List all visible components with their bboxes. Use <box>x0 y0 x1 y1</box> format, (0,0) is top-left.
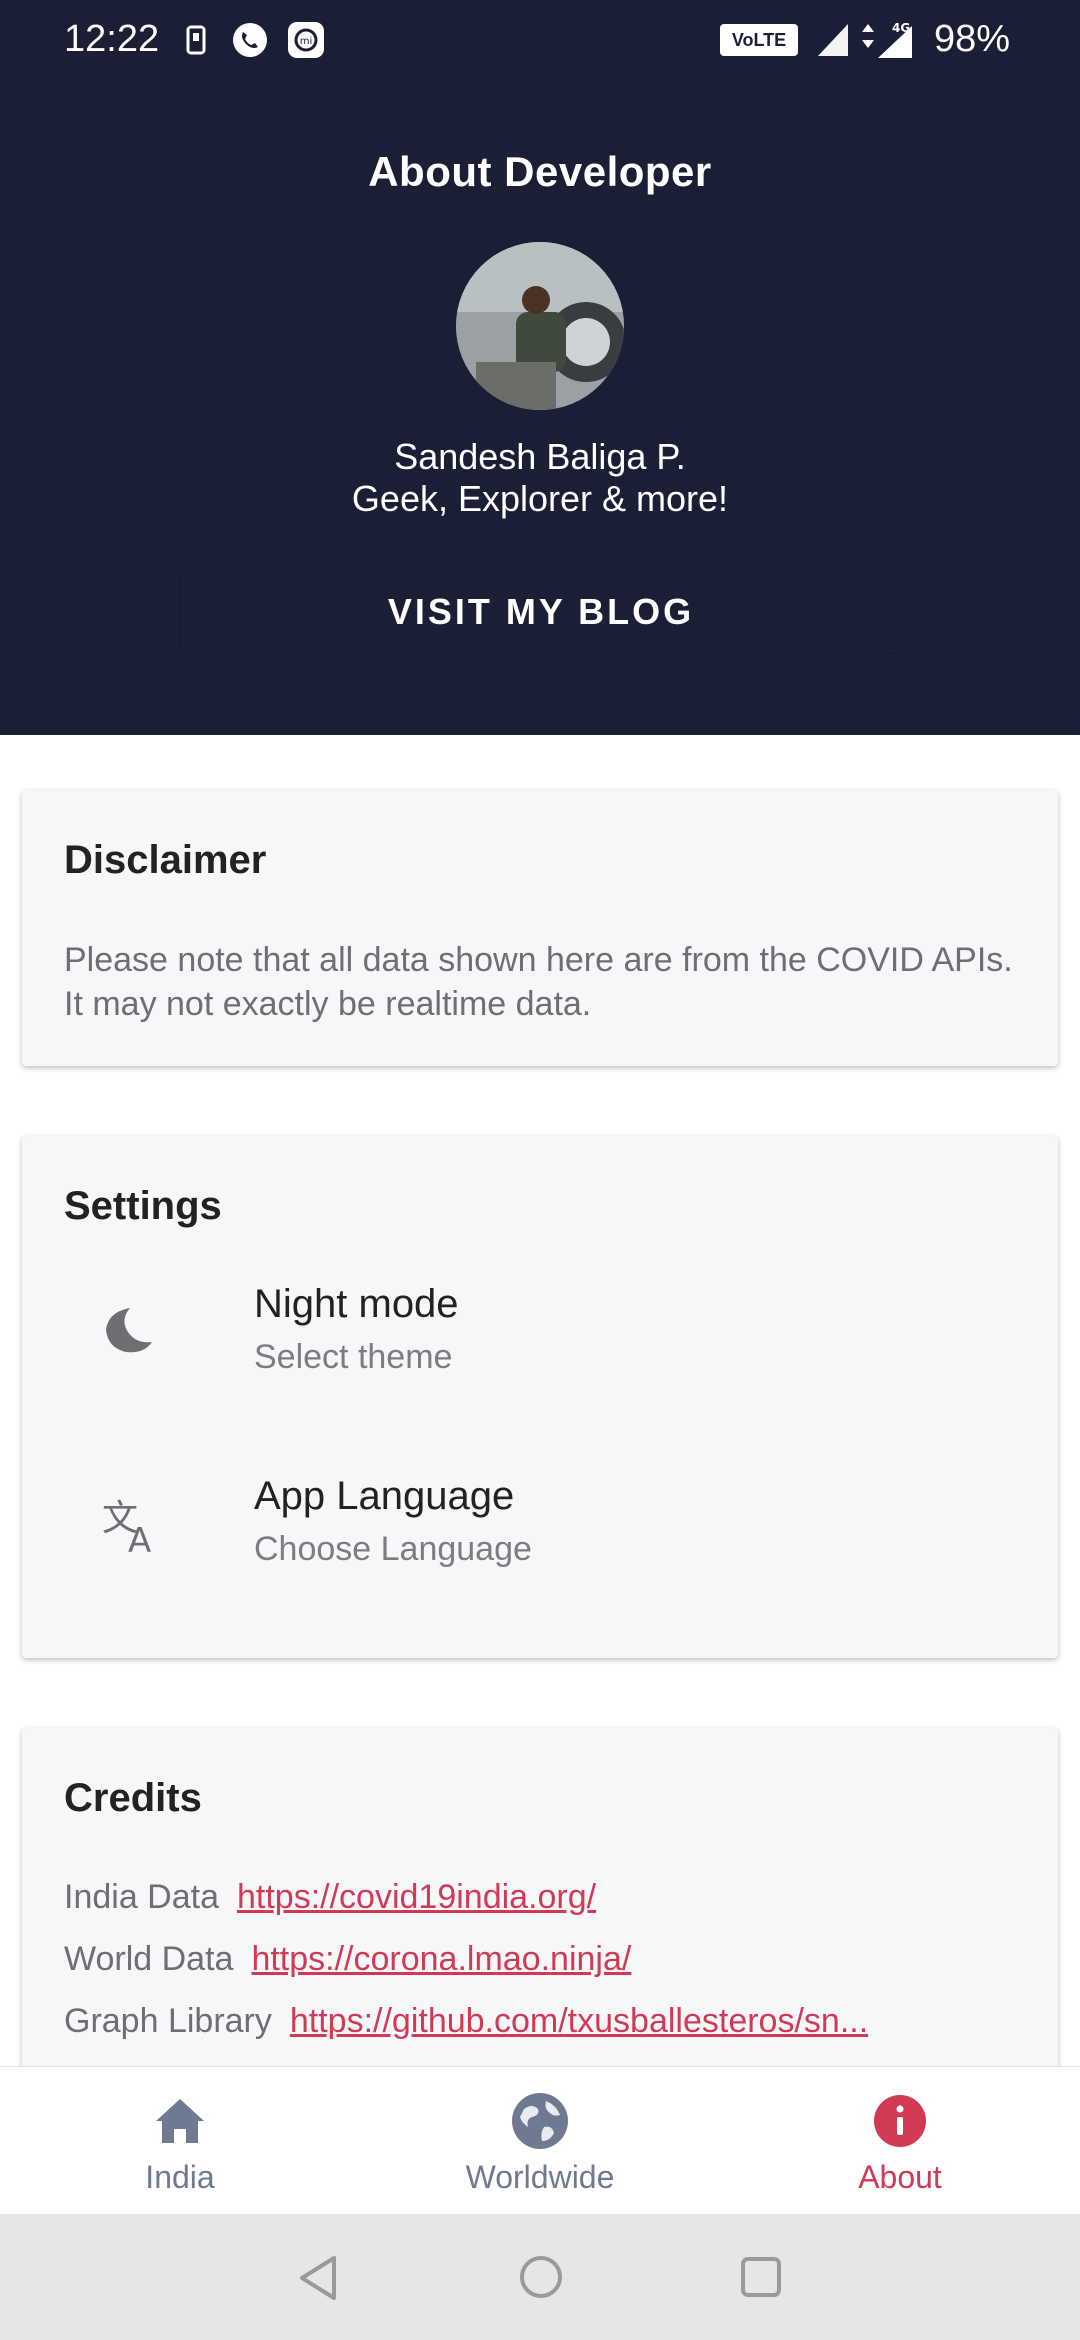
app-language-setting[interactable]: 文 A App Language Choose Language <box>22 1474 1058 1594</box>
disclaimer-title: Disclaimer <box>64 838 267 882</box>
network-type: 4G <box>892 21 910 35</box>
developer-avatar[interactable] <box>456 242 624 410</box>
notification-icon <box>186 20 206 60</box>
night-mode-subtitle: Select theme <box>254 1338 453 1376</box>
nav-item-about[interactable]: About <box>720 2067 1080 2215</box>
recents-icon[interactable] <box>740 2256 782 2303</box>
globe-icon <box>510 2091 570 2151</box>
info-icon <box>870 2091 930 2151</box>
translate-icon: 文 A <box>102 1494 162 1561</box>
credit-label: India Data <box>64 1878 219 1916</box>
credits-card: Credits India Data https://covid19india.o… <box>22 1728 1058 2088</box>
svg-text:mi: mi <box>300 36 313 47</box>
battery-level: 98% <box>933 18 1010 60</box>
credit-link[interactable]: https://corona.lmao.ninja/ <box>251 1940 631 1978</box>
status-bar: 12:22 mi VoLTE 4G 98% <box>0 0 1080 80</box>
status-time: 12:22 <box>64 18 160 60</box>
visit-blog-button[interactable]: VISIT MY BLOG <box>180 570 902 654</box>
disclaimer-text: Please note that all data shown here are… <box>64 941 1013 1023</box>
back-icon[interactable] <box>296 2254 340 2307</box>
mi-icon: mi <box>286 20 326 60</box>
credit-row: India Data https://covid19india.org/ <box>64 1878 596 1917</box>
credit-label: World Data <box>64 1940 234 1978</box>
developer-tagline: Geek, Explorer & more! <box>351 478 729 519</box>
settings-card: Settings Night mode Select theme 文 A App… <box>22 1136 1058 1658</box>
credit-row: World Data https://corona.lmao.ninja/ <box>64 1940 631 1979</box>
credit-link[interactable]: https://github.com/txusballesteros/sn... <box>290 2002 868 2040</box>
credit-label: Graph Library <box>64 2002 272 2040</box>
whatsapp-icon <box>230 20 270 60</box>
signal-icon <box>816 20 850 63</box>
night-mode-icon <box>102 1302 162 1362</box>
credits-title: Credits <box>64 1776 202 1820</box>
home-button-icon[interactable] <box>518 2254 564 2305</box>
disclaimer-card: Disclaimer Please note that all data sho… <box>22 790 1058 1066</box>
svg-text:A: A <box>128 1521 151 1556</box>
app-language-title: App Language <box>254 1474 515 1518</box>
home-icon <box>150 2091 210 2151</box>
signal-4g-icon: 4G <box>858 18 914 65</box>
nav-label-about: About <box>858 2159 942 2195</box>
credit-link[interactable]: https://covid19india.org/ <box>237 1878 596 1916</box>
developer-name: Sandesh Baliga P. <box>394 436 686 477</box>
about-header: 12:22 mi VoLTE 4G 98% About Developer Sa… <box>0 0 1080 735</box>
app-language-subtitle: Choose Language <box>254 1530 532 1568</box>
nav-label-india: India <box>145 2159 215 2195</box>
nav-item-worldwide[interactable]: Worldwide <box>360 2067 720 2215</box>
page-title: About Developer <box>368 148 712 195</box>
credit-row: Graph Library https://github.com/txusball… <box>64 2002 868 2041</box>
nav-label-worldwide: Worldwide <box>465 2159 615 2195</box>
volte-badge: VoLTE <box>720 24 798 56</box>
settings-title: Settings <box>64 1184 222 1228</box>
night-mode-setting[interactable]: Night mode Select theme <box>22 1282 1058 1402</box>
night-mode-title: Night mode <box>254 1282 459 1326</box>
nav-item-india[interactable]: India <box>0 2067 360 2215</box>
system-navigation-bar <box>0 2214 1080 2340</box>
bottom-navigation: India Worldwide About <box>0 2066 1080 2215</box>
